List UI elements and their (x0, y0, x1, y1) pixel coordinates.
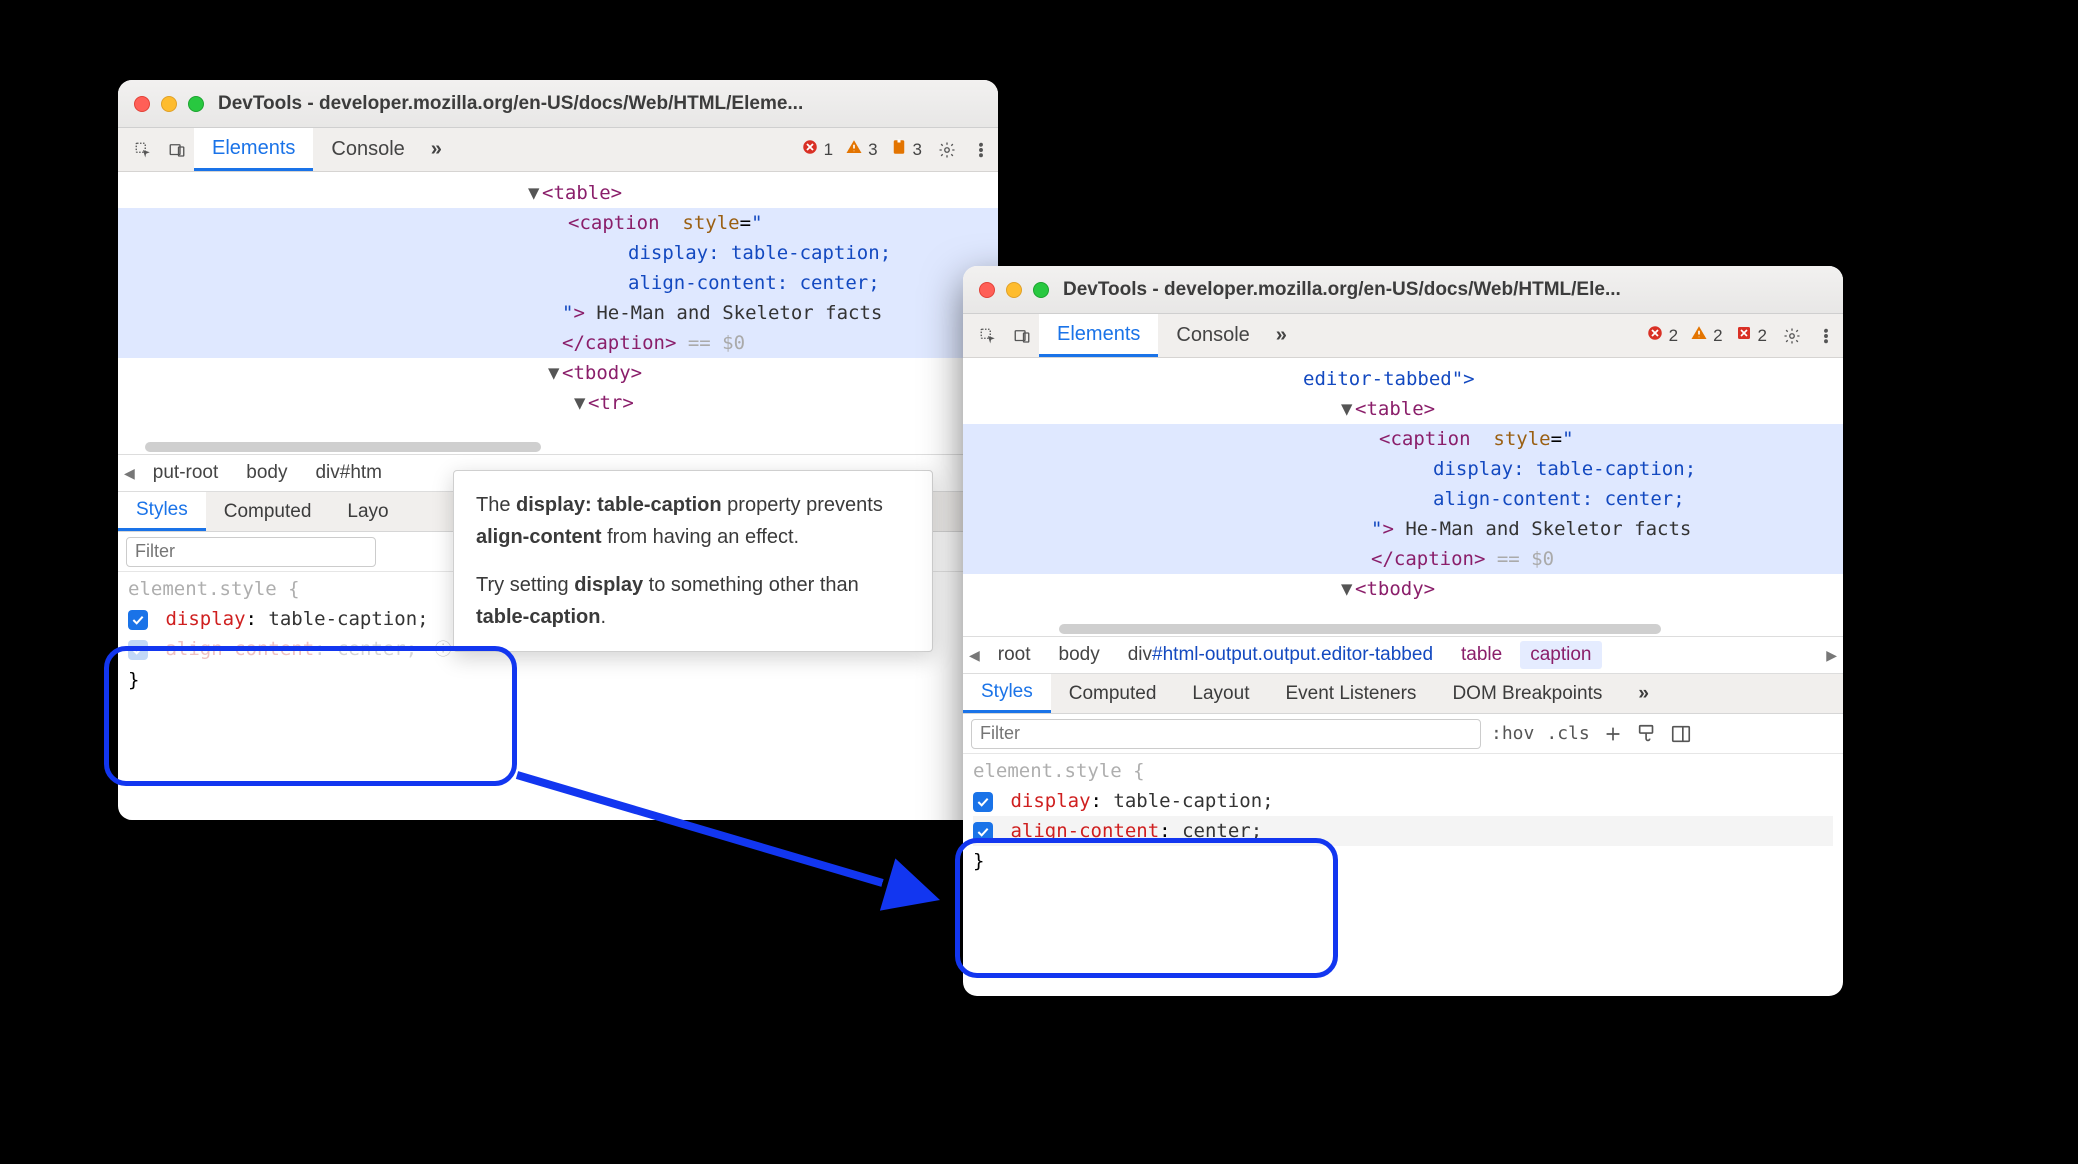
tab-dom-breakpoints[interactable]: DOM Breakpoints (1434, 674, 1620, 713)
crumb-seg[interactable]: put-root (143, 459, 228, 487)
issues-count-num: 3 (913, 140, 922, 160)
selector-element-style: element.style { (973, 756, 1833, 786)
chevron-left-icon[interactable]: ◀ (124, 465, 135, 482)
cls-toggle[interactable]: .cls (1546, 723, 1589, 744)
tab-computed[interactable]: Computed (1051, 674, 1175, 713)
kebab-icon[interactable] (964, 128, 998, 171)
tab-layout[interactable]: Layo (329, 492, 406, 531)
chevron-left-icon[interactable]: ◀ (969, 647, 980, 664)
inspect-element-icon[interactable] (126, 128, 160, 171)
minimize-icon[interactable] (1006, 282, 1022, 298)
horizontal-scrollbar[interactable] (963, 622, 1843, 636)
elements-tree[interactable]: editor-tabbed"> ▼<table> <caption style=… (963, 358, 1843, 622)
main-toolbar: Elements Console » 2 2 2 (963, 314, 1843, 358)
info-icon[interactable]: ⓘ (435, 640, 452, 660)
tab-elements[interactable]: Elements (1039, 314, 1158, 357)
chevron-right-icon[interactable]: ▶ (1826, 647, 1837, 664)
traffic-lights (979, 282, 1049, 298)
warning-count-num: 3 (868, 140, 877, 160)
hov-toggle[interactable]: :hov (1491, 723, 1534, 744)
maximize-icon[interactable] (188, 96, 204, 112)
main-toolbar: Elements Console » 1 3 3 (118, 128, 998, 172)
checkbox-disabled-icon[interactable] (128, 640, 148, 660)
crumb-root[interactable]: root (988, 641, 1041, 669)
device-toolbar-icon[interactable] (160, 128, 194, 171)
maximize-icon[interactable] (1033, 282, 1049, 298)
tab-computed[interactable]: Computed (206, 492, 330, 531)
caption-text: He-Man and Skeletor facts (596, 302, 882, 324)
tab-styles[interactable]: Styles (118, 492, 206, 531)
tab-more[interactable]: » (1620, 674, 1667, 713)
tab-more[interactable]: » (423, 128, 450, 171)
kebab-icon[interactable] (1809, 314, 1843, 357)
new-style-rule-icon[interactable] (1602, 723, 1624, 745)
horizontal-scrollbar[interactable] (118, 440, 998, 454)
styles-filter-input[interactable] (971, 719, 1481, 749)
crumb-table[interactable]: table (1451, 641, 1512, 669)
tab-layout[interactable]: Layout (1174, 674, 1267, 713)
devtools-window-right: DevTools - developer.mozilla.org/en-US/d… (963, 266, 1843, 996)
css-hint-tooltip: The display: table-caption property prev… (453, 470, 933, 652)
css-prop-align-content: align-content (628, 272, 777, 294)
titlebar[interactable]: DevTools - developer.mozilla.org/en-US/d… (118, 80, 998, 128)
warning-count[interactable]: 3 (841, 138, 881, 161)
crumb-div[interactable]: div#html-output.output.editor-tabbed (1118, 641, 1443, 669)
computed-panel-icon[interactable] (1670, 723, 1692, 745)
checkbox-checked-icon[interactable] (973, 822, 993, 842)
tab-event-listeners[interactable]: Event Listeners (1267, 674, 1434, 713)
issues-count[interactable]: 2 (1731, 324, 1771, 347)
checkbox-checked-icon[interactable] (973, 792, 993, 812)
window-title: DevTools - developer.mozilla.org/en-US/d… (218, 93, 803, 115)
styles-filter-row: :hov .cls (963, 714, 1843, 754)
device-toolbar-icon[interactable] (1005, 314, 1039, 357)
css-prop-display: display (628, 242, 708, 264)
css-rule-align-content[interactable]: align-content: center; (973, 816, 1833, 846)
status-area: 2 2 2 (1638, 314, 1775, 357)
window-title: DevTools - developer.mozilla.org/en-US/d… (1063, 279, 1621, 301)
styles-tabs: Styles Computed Layout Event Listeners D… (963, 674, 1843, 714)
tab-more[interactable]: » (1268, 314, 1295, 357)
tab-elements[interactable]: Elements (194, 128, 313, 171)
styles-filter-input[interactable] (126, 537, 376, 567)
crumb-div[interactable]: div#htm (305, 459, 392, 487)
error-count[interactable]: 2 (1642, 324, 1682, 347)
styles-pane[interactable]: element.style { display: table-caption; … (963, 754, 1843, 882)
close-icon[interactable] (979, 282, 995, 298)
error-count[interactable]: 1 (797, 138, 837, 161)
breadcrumb[interactable]: ◀ root body div#html-output.output.edito… (963, 636, 1843, 674)
tab-styles[interactable]: Styles (963, 674, 1051, 713)
warning-count[interactable]: 2 (1686, 324, 1726, 347)
close-brace: } (973, 846, 1833, 876)
close-brace: } (128, 665, 988, 695)
tab-console[interactable]: Console (1158, 314, 1267, 357)
minimize-icon[interactable] (161, 96, 177, 112)
inspect-element-icon[interactable] (971, 314, 1005, 357)
issues-count[interactable]: 3 (886, 138, 926, 161)
error-count-num: 1 (824, 140, 833, 160)
titlebar[interactable]: DevTools - developer.mozilla.org/en-US/d… (963, 266, 1843, 314)
crumb-body[interactable]: body (236, 459, 297, 487)
settings-icon[interactable] (930, 128, 964, 171)
status-area: 1 3 3 (793, 128, 930, 171)
tab-console[interactable]: Console (313, 128, 422, 171)
devtools-window-left: DevTools - developer.mozilla.org/en-US/d… (118, 80, 998, 820)
crumb-body[interactable]: body (1049, 641, 1110, 669)
elements-tree[interactable]: ▼<table> <caption style=" display: table… (118, 172, 998, 440)
crumb-caption[interactable]: caption (1520, 641, 1601, 669)
css-rule-display[interactable]: display: table-caption; (973, 786, 1833, 816)
settings-icon[interactable] (1775, 314, 1809, 357)
checkbox-checked-icon[interactable] (128, 610, 148, 630)
close-icon[interactable] (134, 96, 150, 112)
paint-icon[interactable] (1636, 723, 1658, 745)
styles-tools: :hov .cls (1491, 723, 1692, 745)
traffic-lights (134, 96, 204, 112)
